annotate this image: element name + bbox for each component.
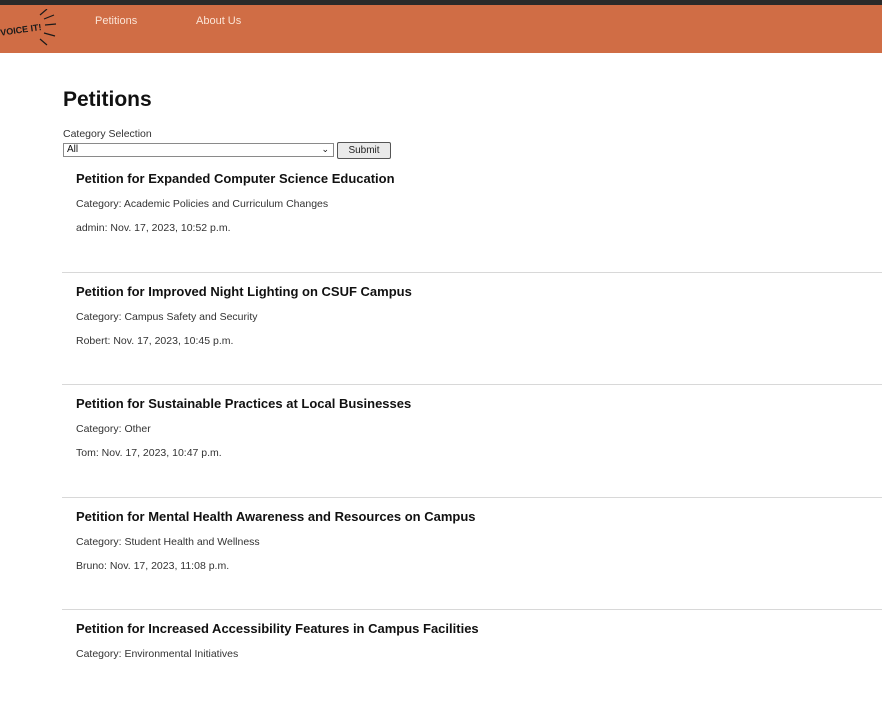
petition-category: Category: Campus Safety and Security bbox=[76, 310, 258, 323]
submit-button[interactable]: Submit bbox=[337, 142, 391, 159]
petition-author-date: admin: Nov. 17, 2023, 10:52 p.m. bbox=[76, 222, 231, 234]
petition-title-link[interactable]: Petition for Increased Accessibility Fea… bbox=[76, 621, 479, 636]
voice-it-logo[interactable]: VOICE IT! bbox=[0, 9, 60, 51]
petition-title-link[interactable]: Petition for Expanded Computer Science E… bbox=[76, 171, 395, 186]
petition-category: Category: Academic Policies and Curricul… bbox=[76, 198, 329, 210]
petition-author-date: Tom: Nov. 17, 2023, 10:47 p.m. bbox=[76, 447, 222, 459]
petition-title-link[interactable]: Petition for Sustainable Practices at Lo… bbox=[76, 396, 411, 411]
petition-author-date: Robert: Nov. 17, 2023, 10:45 p.m. bbox=[76, 334, 234, 347]
nav-petitions-link[interactable]: Petitions bbox=[95, 15, 137, 27]
petition-item: Petition for Sustainable Practices at Lo… bbox=[62, 385, 882, 498]
nav-about-us-link[interactable]: About Us bbox=[196, 15, 241, 27]
category-selection-label: Category Selection bbox=[63, 128, 152, 140]
petition-author-date: Bruno: Nov. 17, 2023, 11:08 p.m. bbox=[76, 559, 230, 572]
petition-category: Category: Other bbox=[76, 423, 151, 435]
top-navbar: VOICE IT! Petitions About Us bbox=[0, 5, 882, 53]
category-select-value: All bbox=[67, 144, 79, 155]
page-title: Petitions bbox=[63, 88, 152, 111]
petition-item: Petition for Expanded Computer Science E… bbox=[62, 160, 882, 273]
category-select[interactable]: All ⌄ bbox=[63, 143, 334, 157]
chevron-down-icon: ⌄ bbox=[321, 144, 329, 154]
petition-item: Petition for Mental Health Awareness and… bbox=[62, 498, 882, 610]
petition-list: Petition for Expanded Computer Science E… bbox=[62, 160, 882, 722]
petition-title-link[interactable]: Petition for Mental Health Awareness and… bbox=[76, 509, 475, 524]
petition-item: Petition for Improved Night Lighting on … bbox=[62, 273, 882, 385]
petition-title-link[interactable]: Petition for Improved Night Lighting on … bbox=[76, 284, 412, 299]
petition-category: Category: Student Health and Wellness bbox=[76, 535, 260, 548]
logo-text: VOICE IT! bbox=[0, 22, 42, 38]
petition-item: Petition for Increased Accessibility Fea… bbox=[62, 610, 882, 722]
